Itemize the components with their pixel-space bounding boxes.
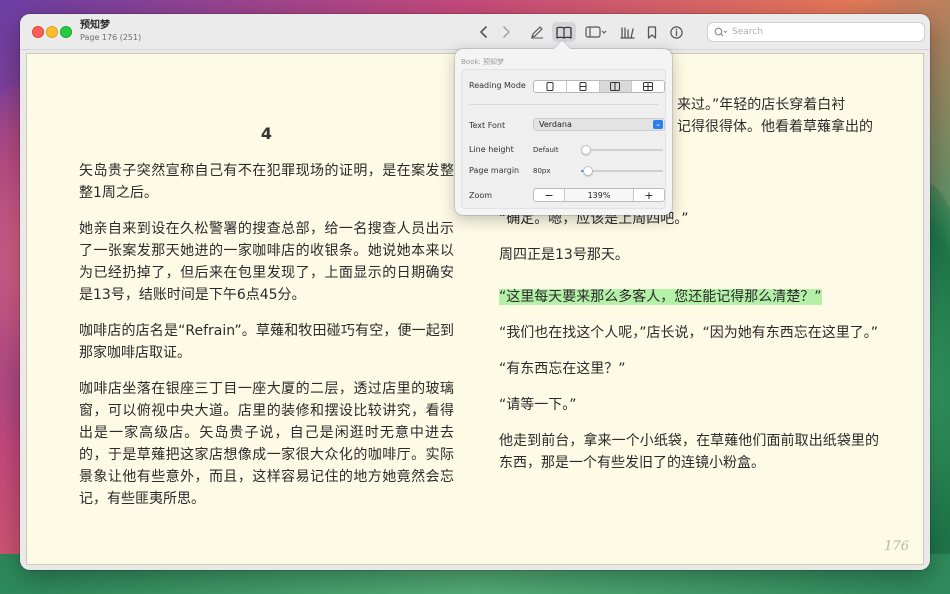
annotate-button[interactable]: [526, 22, 548, 42]
chevron-right-icon: [503, 26, 510, 38]
separator: [469, 104, 658, 105]
reading-mode-grid[interactable]: [632, 81, 664, 92]
paragraph: 他走到前台，拿来一个小纸袋，在草薙他们面前取出纸袋里的东西，那是一个有些发旧了的…: [499, 433, 879, 471]
sidebar-toggle-button[interactable]: [582, 22, 610, 42]
reading-mode-scroll[interactable]: [567, 81, 600, 92]
highlight[interactable]: “这里每天要来那么多客人，您还能记得那么清楚？”: [499, 289, 822, 305]
paragraph: “有东西忘在这里？”: [499, 361, 626, 377]
single-page-icon: [546, 82, 554, 91]
book-open-icon: [556, 26, 572, 39]
info-icon: [669, 25, 683, 39]
bookmark-button[interactable]: [642, 22, 662, 42]
reading-mode-label: Reading Mode: [469, 81, 526, 90]
text-font-select[interactable]: Verdana ⌄: [533, 118, 665, 131]
zoom-in-button[interactable]: +: [634, 189, 664, 201]
fullscreen-window-button[interactable]: [60, 26, 72, 38]
paragraph: 咖啡店坐落在银座三丁目一座大厦的二层，透过店里的玻璃窗，可以俯视中央大道。店里的…: [79, 381, 454, 507]
search-icon: [714, 27, 728, 37]
text-font-label: Text Font: [469, 121, 506, 130]
back-button[interactable]: [474, 22, 494, 42]
zoom-label: Zoom: [469, 191, 493, 200]
title-block: 预知梦 Page 176 (251): [80, 20, 141, 43]
paragraph: 周四正是13号那天。: [499, 247, 629, 263]
library-icon: [619, 26, 635, 39]
titlebar: 预知梦 Page 176 (251): [20, 14, 930, 50]
window-title: 预知梦: [80, 20, 110, 31]
page-indicator: Page 176 (251): [80, 33, 142, 42]
paragraph: 她亲自来到设在久松警署的搜查总部，给一名搜查人员出示了一张案发那天她进的一家咖啡…: [79, 221, 454, 303]
reading-mode-single-page[interactable]: [534, 81, 567, 92]
page-margin-slider[interactable]: [581, 166, 663, 176]
pencil-icon: [531, 26, 543, 39]
highlighted-paragraph: “这里每天要来那么多客人，您还能记得那么清楚？”: [499, 286, 879, 308]
search-field[interactable]: [707, 22, 925, 42]
reading-settings-popover: Book: 预知梦 Reading Mode Text Font Verdana…: [455, 40, 672, 215]
text-font-value: Verdana: [539, 120, 572, 129]
sidebar-icon: [585, 26, 607, 38]
zoom-out-button[interactable]: −: [534, 189, 564, 201]
search-input[interactable]: [732, 27, 912, 37]
chevron-left-icon: [480, 26, 487, 38]
reading-mode-segmented-control: [533, 80, 665, 93]
scroll-mode-icon: [579, 82, 587, 91]
info-button[interactable]: [666, 22, 686, 42]
two-page-icon: [610, 82, 621, 91]
forward-button[interactable]: [496, 22, 516, 42]
chevron-down-icon: ⌄: [653, 120, 663, 129]
page-number: 176: [884, 539, 909, 554]
chapter-heading: 4: [260, 124, 273, 143]
close-window-button[interactable]: [32, 26, 44, 38]
slider-knob[interactable]: [583, 166, 594, 176]
paragraph: “请等一下。”: [499, 397, 577, 413]
line-height-value: Default: [533, 146, 559, 154]
zoom-stepper: − 139% +: [533, 188, 665, 202]
paragraph: 矢岛贵子突然宣称自己有不在犯罪现场的证明，是在案发整整1周之后。: [79, 163, 454, 201]
right-column: 周四正是13号那天。 “这里每天要来那么多客人，您还能记得那么清楚？” “我们也…: [499, 244, 879, 488]
right-column-partial: 来过。”年轻的店长穿着白衬 记得很得体。他看着草薙拿出的: [677, 94, 879, 138]
page-margin-value: 80px: [533, 167, 551, 175]
paragraph: 咖啡店的店名是“Refrain”。草薙和牧田碰巧有空，便一起到那家咖啡店取证。: [79, 323, 454, 361]
reading-settings-button[interactable]: [552, 22, 576, 42]
page-margin-label: Page margin: [469, 166, 520, 175]
reading-mode-two-page[interactable]: [599, 81, 633, 92]
left-column: 矢岛贵子突然宣称自己有不在犯罪现场的证明，是在案发整整1周之后。 她亲自来到设在…: [79, 160, 454, 524]
grid-icon: [643, 82, 654, 91]
paragraph-line: 来过。”年轻的店长穿着白衬: [677, 97, 846, 113]
zoom-value: 139%: [564, 189, 634, 201]
paragraph-line: 记得很得体。他看着草薙拿出的: [677, 119, 873, 135]
bookmark-icon: [647, 25, 657, 39]
minimize-window-button[interactable]: [46, 26, 58, 38]
line-height-label: Line height: [469, 145, 514, 154]
settings-panel: Reading Mode Text Font Verdana ⌄ Line he…: [461, 69, 666, 209]
popover-header: Book: 预知梦: [461, 58, 505, 66]
line-height-slider[interactable]: [581, 145, 663, 155]
library-button[interactable]: [616, 22, 638, 42]
paragraph: “我们也在找这个人呢，”店长说，“因为她有东西忘在这里了。”: [499, 325, 879, 341]
slider-knob[interactable]: [581, 145, 591, 155]
